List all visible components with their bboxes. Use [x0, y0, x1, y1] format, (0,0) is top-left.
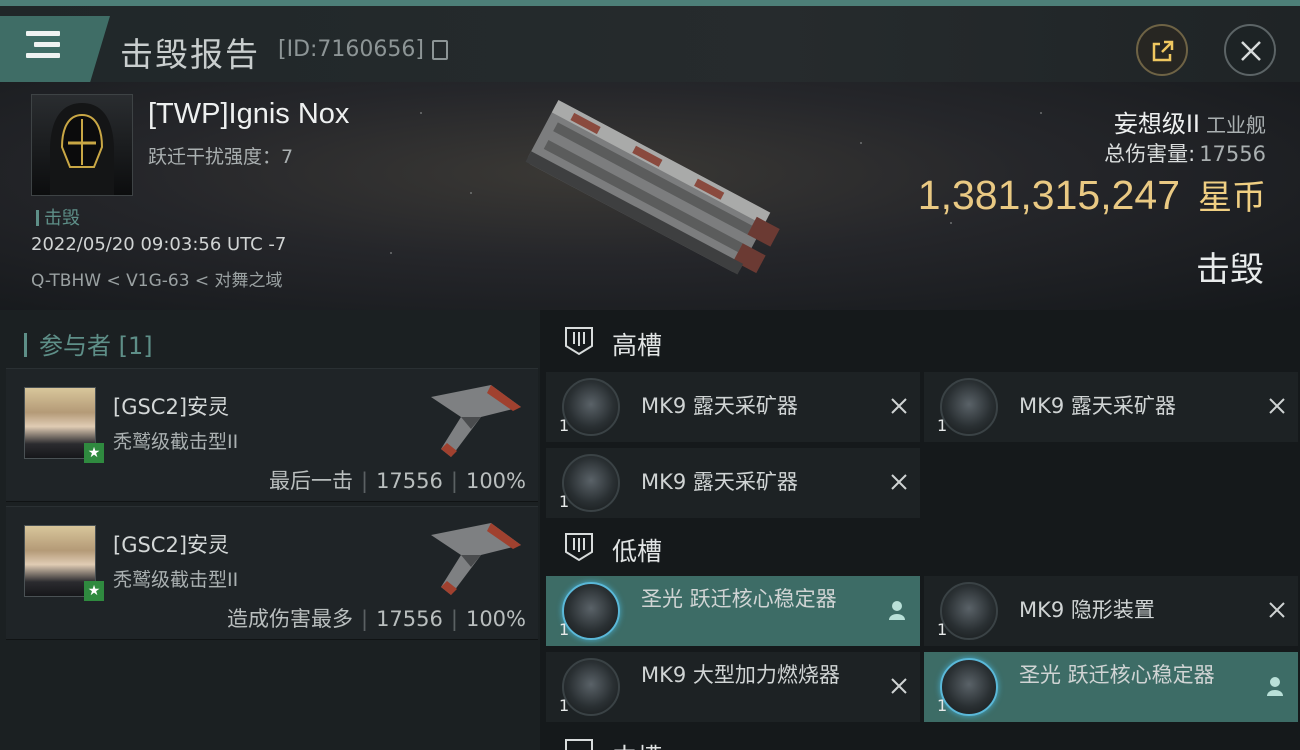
mining-laser-icon [562, 378, 620, 436]
high-slot-item[interactable]: 1 MK9 露天采矿器 [546, 448, 920, 518]
kill-status: 击毁 [1196, 250, 1264, 290]
close-icon [1241, 41, 1261, 61]
destroyed-icon [891, 474, 907, 490]
close-button[interactable] [1224, 24, 1276, 76]
participant-card[interactable]: ★ [GSC2]安灵 秃鹫级截击型II 最后一击 | 17556 | 100% [6, 368, 538, 502]
participants-title: 参与者 [1] [24, 326, 153, 361]
menu-icon [26, 31, 60, 63]
warp-scramble-strength: 跃迁干扰强度：7 [148, 146, 294, 168]
share-button[interactable] [1136, 24, 1188, 76]
participant-stats: 造成伤害最多 | 17556 | 100% [226, 607, 526, 631]
mining-laser-icon [562, 454, 620, 512]
mid-slot-icon [565, 739, 593, 750]
share-icon [1152, 40, 1174, 62]
warp-core-stabilizer-icon [562, 582, 620, 640]
participant-ship-image [431, 523, 521, 595]
star-icon: ★ [84, 581, 104, 601]
destroyed-icon [1269, 602, 1285, 618]
kill-location[interactable]: Q-TBHW < V1G-63 < 对舞之域 [31, 266, 283, 291]
destroyed-icon [891, 398, 907, 414]
victim-ship-image[interactable] [505, 94, 795, 294]
participants-panel: 参与者 [1] ★ [GSC2]安灵 秃鹫级截击型II 最后一击 | 17556 | 1… [0, 310, 540, 750]
star-icon: ★ [84, 443, 104, 463]
fitting-panel: 高槽 1 MK9 露天采矿器 1 MK9 露天采矿器 1 MK9 露天采矿器 低… [540, 310, 1300, 750]
victim-summary: [TWP]Ignis Nox 跃迁干扰强度：7 击毁 2022/05/20 09… [0, 82, 1300, 310]
destroyed-icon [1269, 398, 1285, 414]
high-slot-item[interactable]: 1 MK9 露天采矿器 [546, 372, 920, 442]
mining-laser-icon [940, 378, 998, 436]
participant-name: [GSC2]安灵 [113, 533, 230, 557]
victim-name[interactable]: [TWP]Ignis Nox [148, 98, 349, 131]
high-slot-item[interactable]: 1 MK9 露天采矿器 [924, 372, 1298, 442]
total-damage: 总伤害量: 17556 [1104, 142, 1266, 166]
participant-card[interactable]: ★ [GSC2]安灵 秃鹫级截击型II 造成伤害最多 | 17556 | 100% [6, 506, 538, 640]
low-slot-item[interactable]: 1 MK9 隐形装置 [924, 576, 1298, 646]
copy-icon[interactable] [432, 40, 448, 60]
low-slot-item[interactable]: 1 圣光 跃迁核心稳定器 [546, 576, 920, 646]
low-slot-icon [565, 533, 593, 562]
header-bar: 击毁报告 [ID:7160656] [0, 6, 1300, 82]
participant-ship-image [431, 385, 521, 457]
participant-ship: 秃鹫级截击型II [113, 431, 239, 453]
afterburner-icon [562, 658, 620, 716]
low-slot-item[interactable]: 1 圣光 跃迁核心稳定器 [924, 652, 1298, 722]
low-slot-item[interactable]: 1 MK9 大型加力燃烧器 [546, 652, 920, 722]
victim-avatar[interactable] [31, 94, 133, 196]
cloaking-device-icon [940, 582, 998, 640]
participant-stats: 最后一击 | 17556 | 100% [268, 469, 526, 493]
participant-ship: 秃鹫级截击型II [113, 569, 239, 591]
destroyed-icon [891, 678, 907, 694]
kill-tag: 击毁 [36, 204, 80, 230]
isk-value: 1,381,315,247 星币 [917, 172, 1266, 218]
high-slot-icon [565, 327, 593, 356]
victim-ship-class: 妄想级II 工业舰 [1113, 110, 1266, 138]
participant-name: [GSC2]安灵 [113, 395, 230, 419]
warp-core-stabilizer-icon [940, 658, 998, 716]
dropped-item-icon [1267, 677, 1283, 696]
report-id: [ID:7160656] [278, 37, 424, 62]
page-title: 击毁报告 [120, 35, 260, 74]
menu-button[interactable] [0, 16, 110, 82]
kill-timestamp: 2022/05/20 09:03:56 UTC -7 [31, 234, 287, 255]
dropped-item-icon [889, 601, 905, 620]
